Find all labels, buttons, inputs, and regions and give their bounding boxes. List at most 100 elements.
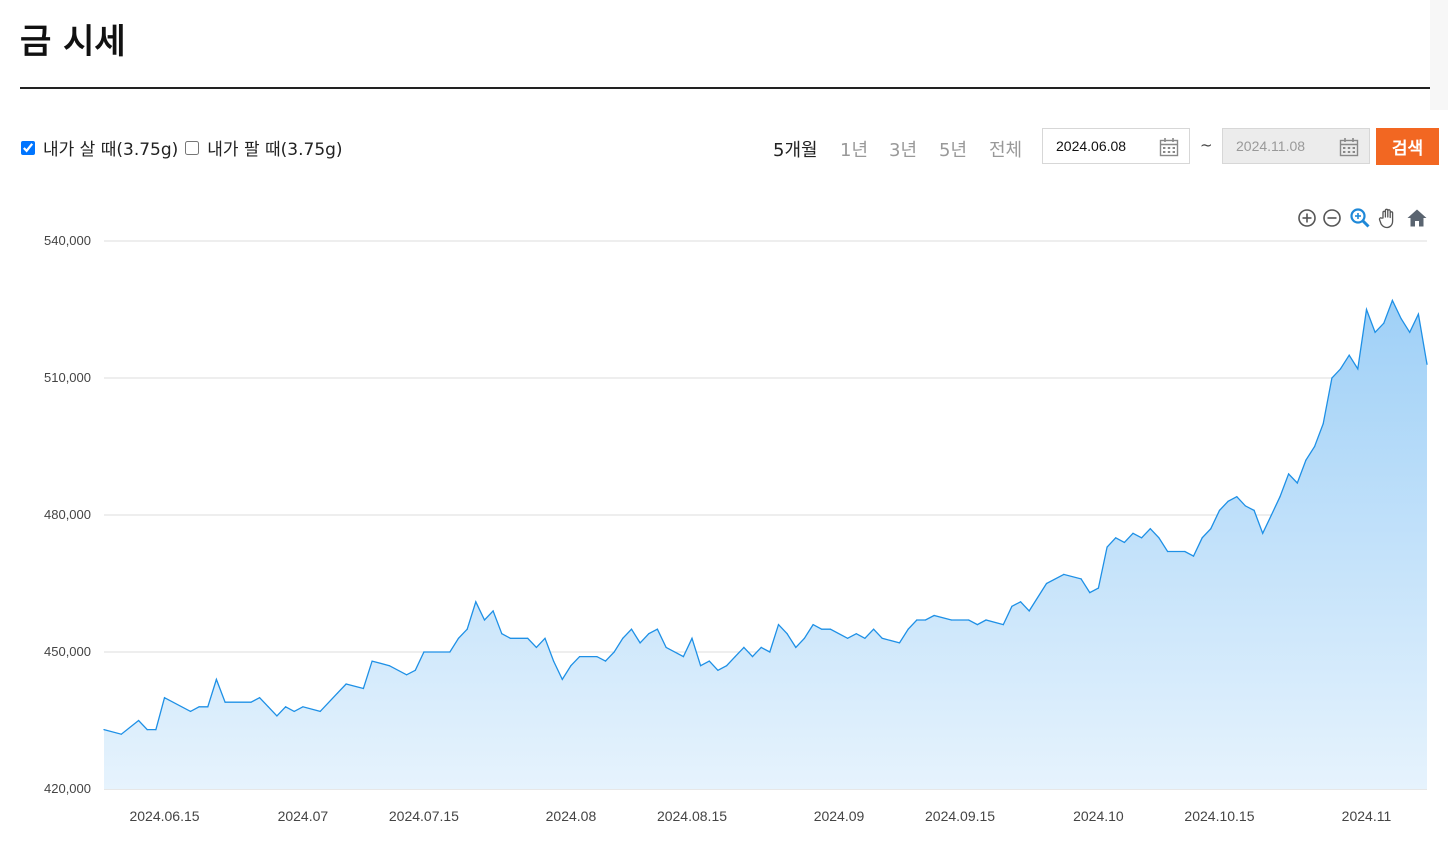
price-point[interactable] (648, 633, 650, 635)
price-point[interactable] (1339, 368, 1342, 370)
price-point[interactable] (1002, 624, 1004, 626)
price-point[interactable] (665, 646, 667, 648)
price-point[interactable] (1374, 331, 1376, 333)
price-point[interactable] (898, 642, 901, 644)
price-point[interactable] (873, 628, 875, 630)
sell-price-checkbox[interactable] (185, 140, 200, 155)
price-point[interactable] (475, 601, 477, 603)
price-point[interactable] (1184, 550, 1186, 553)
price-point[interactable] (734, 656, 736, 658)
price-point[interactable] (527, 637, 529, 639)
price-point[interactable] (1288, 473, 1290, 475)
price-point[interactable] (864, 637, 866, 639)
price-point[interactable] (812, 624, 814, 626)
price-point[interactable] (259, 697, 261, 699)
search-button[interactable]: 검색 (1376, 128, 1439, 165)
calendar-icon[interactable] (1159, 137, 1179, 157)
price-point[interactable] (1426, 363, 1428, 365)
price-point[interactable] (691, 637, 693, 639)
price-point[interactable] (1106, 546, 1108, 548)
price-point[interactable] (1192, 555, 1195, 557)
price-point[interactable] (1322, 423, 1324, 425)
price-point[interactable] (777, 624, 780, 626)
price-point[interactable] (604, 660, 607, 662)
price-point[interactable] (449, 651, 451, 653)
price-point[interactable] (1218, 509, 1221, 511)
period-tab-all[interactable]: 전체 (989, 136, 1022, 162)
price-point[interactable] (1244, 505, 1246, 507)
price-point[interactable] (501, 633, 503, 635)
price-point[interactable] (509, 637, 511, 639)
price-point[interactable] (1045, 582, 1048, 585)
buy-price-checkbox[interactable] (21, 140, 35, 155)
price-point[interactable] (1314, 445, 1316, 448)
price-point[interactable] (561, 678, 563, 680)
price-point[interactable] (622, 637, 624, 639)
price-point[interactable] (423, 651, 425, 653)
price-point[interactable] (751, 656, 754, 658)
price-point[interactable] (639, 642, 641, 644)
price-point[interactable] (786, 633, 788, 635)
price-point[interactable] (682, 656, 685, 658)
price-point[interactable] (579, 656, 581, 658)
price-point[interactable] (743, 646, 745, 648)
price-point[interactable] (276, 715, 278, 717)
start-date-field[interactable]: 2024.06.08 (1042, 128, 1190, 164)
end-date-field[interactable]: 2024.11.08 (1222, 128, 1370, 164)
price-point[interactable] (847, 637, 849, 639)
price-point[interactable] (1097, 587, 1099, 589)
price-point[interactable] (406, 674, 408, 676)
price-point[interactable] (769, 651, 771, 653)
price-point[interactable] (700, 665, 702, 667)
price-point[interactable] (1028, 610, 1030, 612)
price-point[interactable] (319, 710, 321, 712)
price-point[interactable] (1158, 537, 1160, 539)
price-point[interactable] (120, 733, 122, 735)
price-point[interactable] (950, 619, 953, 621)
price-point[interactable] (388, 665, 390, 667)
price-point[interactable] (630, 628, 633, 630)
calendar-icon[interactable] (1339, 137, 1359, 157)
price-point[interactable] (613, 651, 615, 653)
price-point[interactable] (1391, 299, 1393, 301)
price-point[interactable] (717, 669, 719, 671)
period-tab-5-years[interactable]: 5년 (939, 136, 967, 162)
price-point[interactable] (1149, 528, 1151, 530)
price-point[interactable] (1210, 528, 1212, 530)
price-point[interactable] (968, 619, 970, 621)
price-point[interactable] (466, 628, 468, 630)
price-point[interactable] (371, 660, 373, 662)
price-point[interactable] (1089, 592, 1091, 594)
price-point[interactable] (1262, 532, 1264, 534)
price-point[interactable] (155, 729, 157, 731)
price-point[interactable] (1279, 496, 1281, 498)
price-point[interactable] (1063, 573, 1065, 575)
period-tab-3-years[interactable]: 3년 (889, 136, 917, 162)
price-point[interactable] (1132, 532, 1134, 534)
price-point[interactable] (829, 628, 832, 630)
price-point[interactable] (544, 637, 546, 639)
price-point[interactable] (267, 706, 269, 708)
price-point[interactable] (1236, 496, 1238, 498)
price-point[interactable] (285, 706, 287, 708)
price-point[interactable] (336, 692, 339, 694)
sell-price-option[interactable]: 내가 팔 때(3.75g) (184, 135, 343, 160)
price-point[interactable] (483, 619, 486, 621)
price-point[interactable] (1167, 550, 1169, 553)
price-point[interactable] (189, 710, 192, 712)
price-point[interactable] (414, 669, 416, 671)
price-point[interactable] (345, 683, 347, 685)
price-point[interactable] (163, 697, 166, 699)
price-point[interactable] (553, 660, 555, 662)
price-point[interactable] (570, 665, 572, 667)
price-point[interactable] (1201, 537, 1203, 539)
price-point[interactable] (708, 660, 710, 662)
price-point[interactable] (985, 619, 987, 621)
price-point[interactable] (760, 646, 762, 648)
period-tab-5-months[interactable]: 5개월 (773, 136, 818, 162)
price-point[interactable] (1011, 605, 1013, 607)
price-point[interactable] (1115, 537, 1117, 539)
price-point[interactable] (1296, 482, 1298, 484)
price-point[interactable] (855, 633, 857, 635)
buy-price-option[interactable]: 내가 살 때(3.75g) (20, 135, 178, 160)
